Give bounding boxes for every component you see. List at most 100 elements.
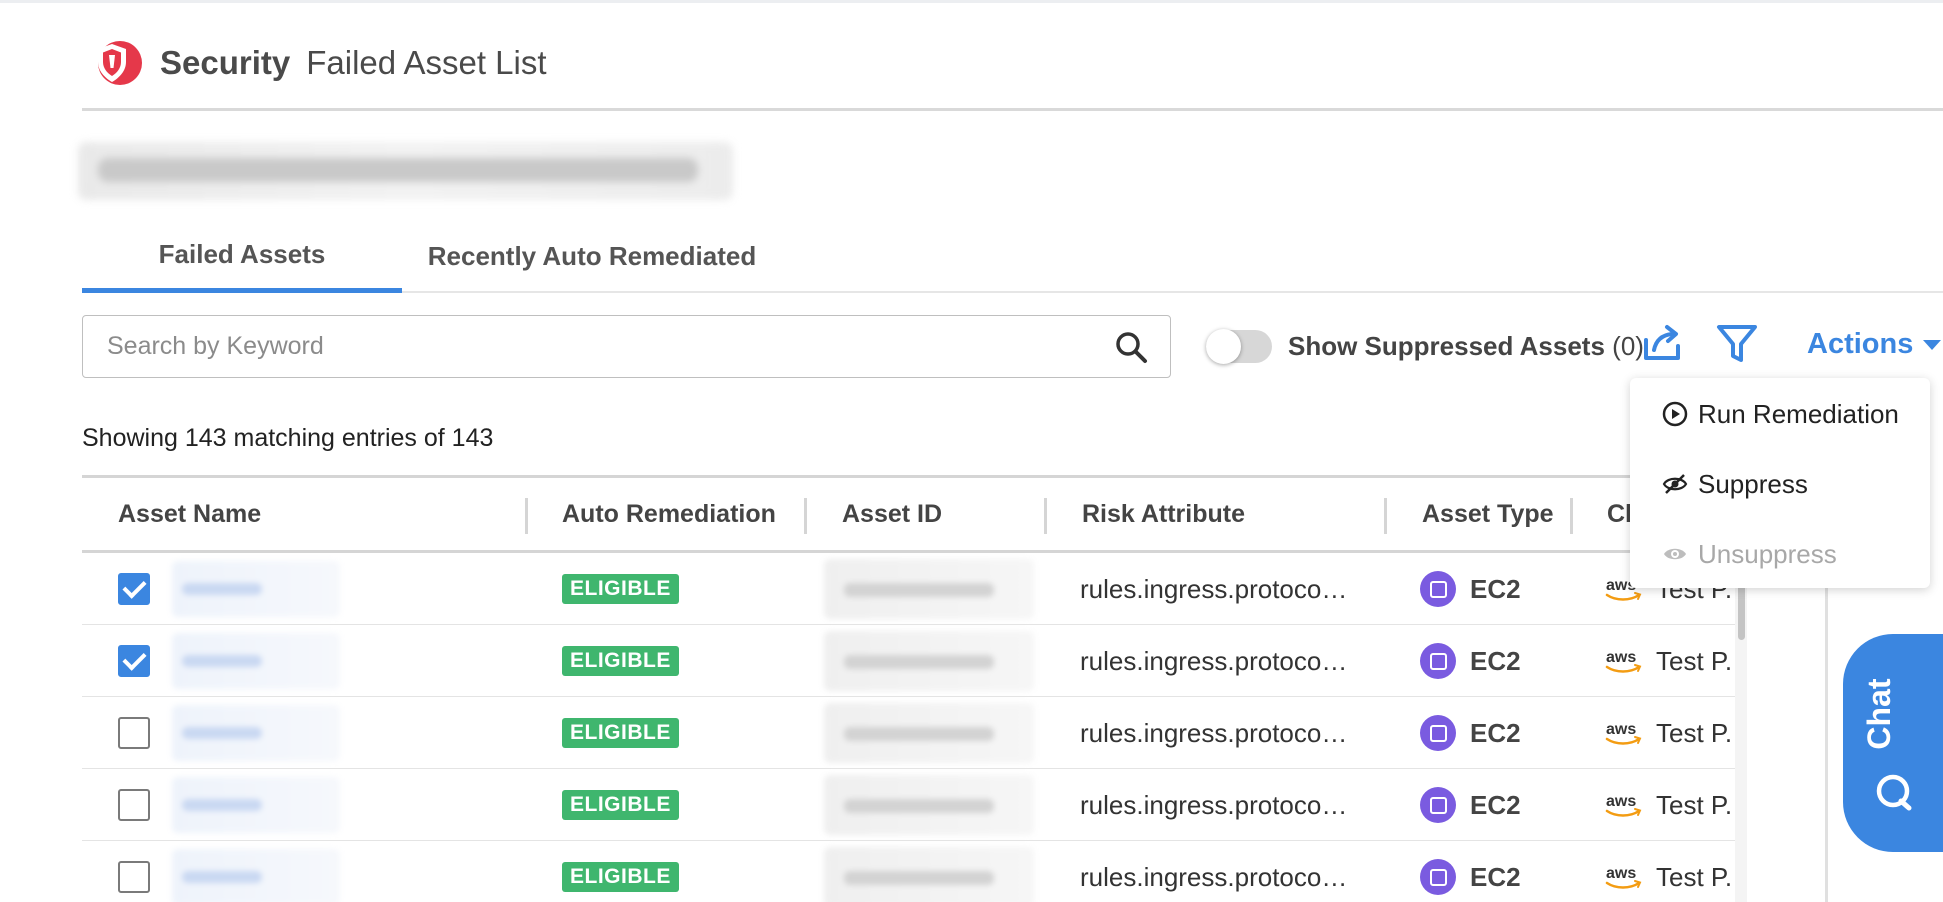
actions-dropdown-button[interactable]: Actions (1807, 328, 1942, 361)
risk-attribute-text: rules.ingress.protoco… (1080, 573, 1348, 604)
ec2-icon (1420, 787, 1456, 823)
tab-recently-auto-remediated[interactable]: Recently Auto Remediated (402, 220, 782, 293)
filter-icon[interactable] (1715, 322, 1759, 366)
failed-assets-table: Asset Name Auto Remediation Asset ID Ris… (82, 475, 1742, 902)
row-checkbox[interactable] (118, 645, 150, 677)
actions-menu: Run Remediation Suppress Unsuppress (1630, 378, 1930, 588)
redacted-policy-title (78, 142, 733, 200)
ec2-icon (1420, 571, 1456, 607)
cloud-account-text: Test P. (1656, 645, 1733, 676)
show-suppressed-label: Show Suppressed Assets (0) (1288, 331, 1644, 362)
table-scrollbar-thumb[interactable] (1738, 580, 1745, 640)
search-input[interactable] (107, 332, 1114, 361)
table-row[interactable]: ELIGIBLE rules.ingress.protoco… EC2 aws … (82, 841, 1742, 902)
redacted-asset-name-link[interactable] (172, 561, 340, 617)
menu-item-run-remediation[interactable]: Run Remediation (1630, 384, 1930, 444)
search-box (82, 315, 1171, 378)
auto-remediation-cell: ELIGIBLE (562, 625, 679, 697)
toggle-label-text: Show Suppressed Assets (1288, 331, 1605, 361)
row-checkbox[interactable] (118, 789, 150, 821)
risk-attribute-cell: rules.ingress.protoco… (1080, 697, 1350, 769)
table-row[interactable]: ELIGIBLE rules.ingress.protoco… EC2 aws … (82, 769, 1742, 841)
show-suppressed-toggle[interactable] (1206, 329, 1272, 364)
risk-attribute-cell: rules.ingress.protoco… (1080, 769, 1350, 841)
ec2-icon (1420, 643, 1456, 679)
svg-text:aws: aws (1606, 793, 1636, 810)
table-row[interactable]: ELIGIBLE rules.ingress.protoco… EC2 aws … (82, 553, 1742, 625)
cloud-account-text: Test P. (1656, 861, 1733, 892)
toggle-knob (1206, 329, 1241, 364)
asset-name-cell (172, 553, 340, 625)
cloud-account-text: Test P. (1656, 717, 1733, 748)
menu-item-label: Suppress (1698, 468, 1808, 499)
eye-icon (1664, 548, 1686, 560)
brand-name: Security (160, 44, 291, 81)
redacted-asset-id (824, 847, 1034, 902)
asset-type-text: EC2 (1470, 789, 1521, 820)
asset-id-cell (824, 697, 1034, 769)
ec2-icon (1420, 715, 1456, 751)
asset-type-cell: EC2 (1420, 553, 1521, 625)
actions-label: Actions (1807, 328, 1914, 360)
export-icon[interactable] (1640, 320, 1684, 364)
menu-item-label: Run Remediation (1698, 398, 1899, 429)
auto-remediation-cell: ELIGIBLE (562, 769, 679, 841)
risk-attribute-text: rules.ingress.protoco… (1080, 645, 1348, 676)
menu-item-unsuppress: Unsuppress (1630, 524, 1930, 584)
column-divider[interactable] (1044, 498, 1047, 534)
redacted-asset-id (824, 631, 1034, 691)
chat-button[interactable]: Chat (1843, 634, 1943, 852)
menu-item-suppress[interactable]: Suppress (1630, 454, 1930, 514)
column-header-asset-id[interactable]: Asset ID (842, 478, 942, 550)
row-checkbox[interactable] (118, 861, 150, 893)
asset-type-text: EC2 (1470, 861, 1521, 892)
redacted-asset-name-link[interactable] (172, 633, 340, 689)
chat-label: Chat (1861, 678, 1897, 750)
svg-text:aws: aws (1606, 865, 1636, 882)
column-divider[interactable] (1384, 498, 1387, 534)
eligible-badge: ELIGIBLE (562, 646, 679, 676)
table-header: Asset Name Auto Remediation Asset ID Ris… (82, 475, 1742, 553)
eye-slash-icon (1662, 474, 1688, 494)
entries-summary: Showing 143 matching entries of 143 (82, 424, 494, 452)
auto-remediation-cell: ELIGIBLE (562, 553, 679, 625)
asset-id-cell (824, 625, 1034, 697)
search-icon[interactable] (1114, 330, 1148, 364)
tab-failed-assets[interactable]: Failed Assets (82, 220, 402, 293)
cloud-cell: aws Test P. (1604, 769, 1732, 841)
row-checkbox-cell (118, 553, 150, 625)
column-divider[interactable] (804, 498, 807, 534)
aws-logo-icon: aws (1605, 649, 1642, 673)
page-title: Failed Asset List (306, 44, 547, 81)
table-row[interactable]: ELIGIBLE rules.ingress.protoco… EC2 aws … (82, 697, 1742, 769)
header-divider (82, 108, 1943, 111)
column-header-risk-attribute[interactable]: Risk Attribute (1082, 478, 1245, 550)
auto-remediation-cell: ELIGIBLE (562, 697, 679, 769)
asset-name-cell (172, 769, 340, 841)
column-header-auto-remediation[interactable]: Auto Remediation (562, 478, 776, 550)
row-checkbox-cell (118, 841, 150, 902)
column-header-cloud[interactable]: Cl (1607, 478, 1632, 550)
redacted-asset-name-link[interactable] (172, 705, 340, 761)
caret-down-icon (1923, 339, 1942, 350)
column-header-asset-type[interactable]: Asset Type (1422, 478, 1554, 550)
column-header-asset-name[interactable]: Asset Name (118, 478, 261, 550)
asset-type-cell: EC2 (1420, 841, 1521, 902)
cloud-account-text: Test P. (1656, 789, 1733, 820)
column-divider[interactable] (525, 498, 528, 534)
aws-logo-icon: aws (1605, 793, 1642, 817)
ec2-icon (1420, 859, 1456, 895)
table-row[interactable]: ELIGIBLE rules.ingress.protoco… EC2 aws … (82, 625, 1742, 697)
asset-id-cell (824, 553, 1034, 625)
row-checkbox[interactable] (118, 717, 150, 749)
svg-text:aws: aws (1606, 649, 1636, 666)
asset-name-cell (172, 841, 340, 902)
asset-type-text: EC2 (1470, 573, 1521, 604)
chat-bubble-icon (1876, 774, 1912, 811)
row-checkbox[interactable] (118, 573, 150, 605)
redacted-asset-name-link[interactable] (172, 849, 340, 902)
redacted-asset-name-link[interactable] (172, 777, 340, 833)
eligible-badge: ELIGIBLE (562, 718, 679, 748)
column-divider[interactable] (1570, 498, 1573, 534)
eligible-badge: ELIGIBLE (562, 574, 679, 604)
